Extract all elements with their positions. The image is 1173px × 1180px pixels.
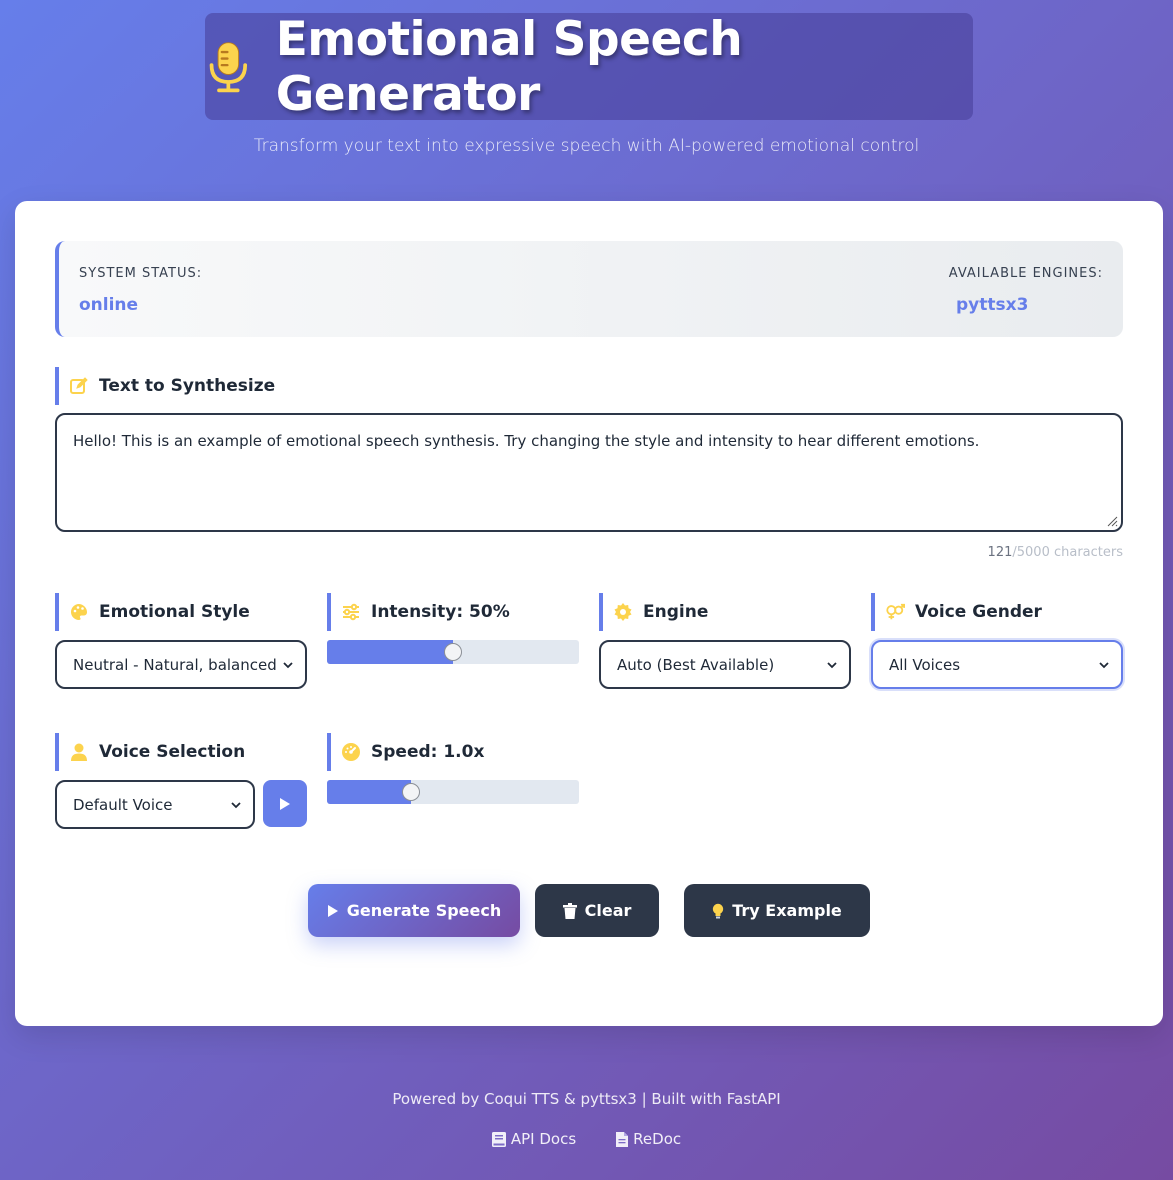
intensity-slider[interactable] <box>327 640 579 664</box>
try-example-button[interactable]: Try Example <box>684 884 870 937</box>
chevron-down-icon <box>827 662 837 669</box>
speed-slider-thumb[interactable] <box>402 783 420 801</box>
style-label-text: Emotional Style <box>99 602 250 622</box>
book-icon <box>491 1131 506 1147</box>
voice-gender-select[interactable]: All Voices <box>871 640 1123 689</box>
engines-value: pyttsx3 <box>956 295 1029 315</box>
engine-label: Engine <box>599 593 708 631</box>
api-docs-link[interactable]: API Docs <box>491 1130 577 1148</box>
clear-button[interactable]: Clear <box>535 884 659 937</box>
voice-selection-label-text: Voice Selection <box>99 742 246 762</box>
engine-value: Auto (Best Available) <box>617 655 775 674</box>
emotional-style-select[interactable]: Neutral - Natural, balanced <box>55 640 307 689</box>
file-icon <box>616 1131 629 1147</box>
play-icon <box>280 797 290 810</box>
char-count: 121 <box>987 545 1013 560</box>
resize-handle-icon[interactable] <box>1106 515 1118 527</box>
page-subtitle: Transform your text into expressive spee… <box>253 136 920 156</box>
gender-label: Voice Gender <box>871 593 1042 631</box>
microphone-icon <box>209 41 248 92</box>
preview-voice-button[interactable] <box>263 780 307 827</box>
speed-label: Speed: 1.0x <box>327 733 484 771</box>
user-icon <box>71 743 87 761</box>
chevron-down-icon <box>283 662 293 669</box>
header-banner: Emotional Speech Generator <box>205 11 973 122</box>
system-status-value: online <box>79 295 139 315</box>
voice-selection-label: Voice Selection <box>55 733 245 771</box>
text-input[interactable]: Hello! This is an example of emotional s… <box>55 413 1123 532</box>
char-max: /5000 characters <box>1012 545 1123 560</box>
trash-icon <box>562 902 577 919</box>
text-input-value: Hello! This is an example of emotional s… <box>73 432 980 450</box>
try-example-label: Try Example <box>732 901 842 920</box>
char-counter: 121/5000 characters <box>988 545 1123 560</box>
speed-slider-fill <box>327 780 411 804</box>
gender-label-text: Voice Gender <box>915 602 1042 622</box>
engine-select[interactable]: Auto (Best Available) <box>599 640 851 689</box>
intensity-label-text: Intensity: 50% <box>371 602 510 622</box>
status-panel: SYSTEM STATUS: online AVAILABLE ENGINES:… <box>55 241 1123 337</box>
style-label: Emotional Style <box>55 593 250 631</box>
voice-gender-value: All Voices <box>889 655 961 674</box>
chevron-down-icon <box>231 802 241 809</box>
engine-label-text: Engine <box>643 602 709 622</box>
system-status-label: SYSTEM STATUS: <box>79 266 203 281</box>
redoc-label: ReDoc <box>633 1130 682 1148</box>
palette-icon <box>71 604 88 620</box>
play-icon <box>327 904 338 917</box>
intensity-slider-fill <box>327 640 453 664</box>
api-docs-label: API Docs <box>510 1130 577 1148</box>
clear-label: Clear <box>584 901 632 920</box>
voice-value: Default Voice <box>73 795 173 814</box>
emotional-style-value: Neutral - Natural, balanced <box>73 655 277 674</box>
main-card: SYSTEM STATUS: online AVAILABLE ENGINES:… <box>15 201 1163 1026</box>
generate-speech-button[interactable]: Generate Speech <box>308 884 520 937</box>
speed-label-text: Speed: 1.0x <box>371 742 485 762</box>
chevron-down-icon <box>1099 662 1109 669</box>
text-section-title: Text to Synthesize <box>99 376 276 396</box>
generate-speech-label: Generate Speech <box>346 901 502 920</box>
gear-icon <box>614 603 632 621</box>
footer-links: API Docs ReDoc <box>0 1130 1173 1148</box>
speedometer-icon <box>342 743 360 761</box>
page-title: Emotional Speech Generator <box>275 11 743 122</box>
engines-label: AVAILABLE ENGINES: <box>948 266 1103 281</box>
redoc-link[interactable]: ReDoc <box>616 1130 681 1148</box>
voice-select[interactable]: Default Voice <box>55 780 255 829</box>
edit-icon <box>70 377 88 394</box>
intensity-slider-thumb[interactable] <box>444 643 462 661</box>
sliders-icon <box>343 603 359 621</box>
footer-credits: Powered by Coqui TTS & pyttsx3 | Built w… <box>392 1090 781 1108</box>
gender-icon <box>886 603 905 620</box>
lightbulb-icon <box>713 903 724 918</box>
intensity-label: Intensity: 50% <box>327 593 510 631</box>
speed-slider[interactable] <box>327 780 579 804</box>
text-section-label: Text to Synthesize <box>55 367 275 405</box>
